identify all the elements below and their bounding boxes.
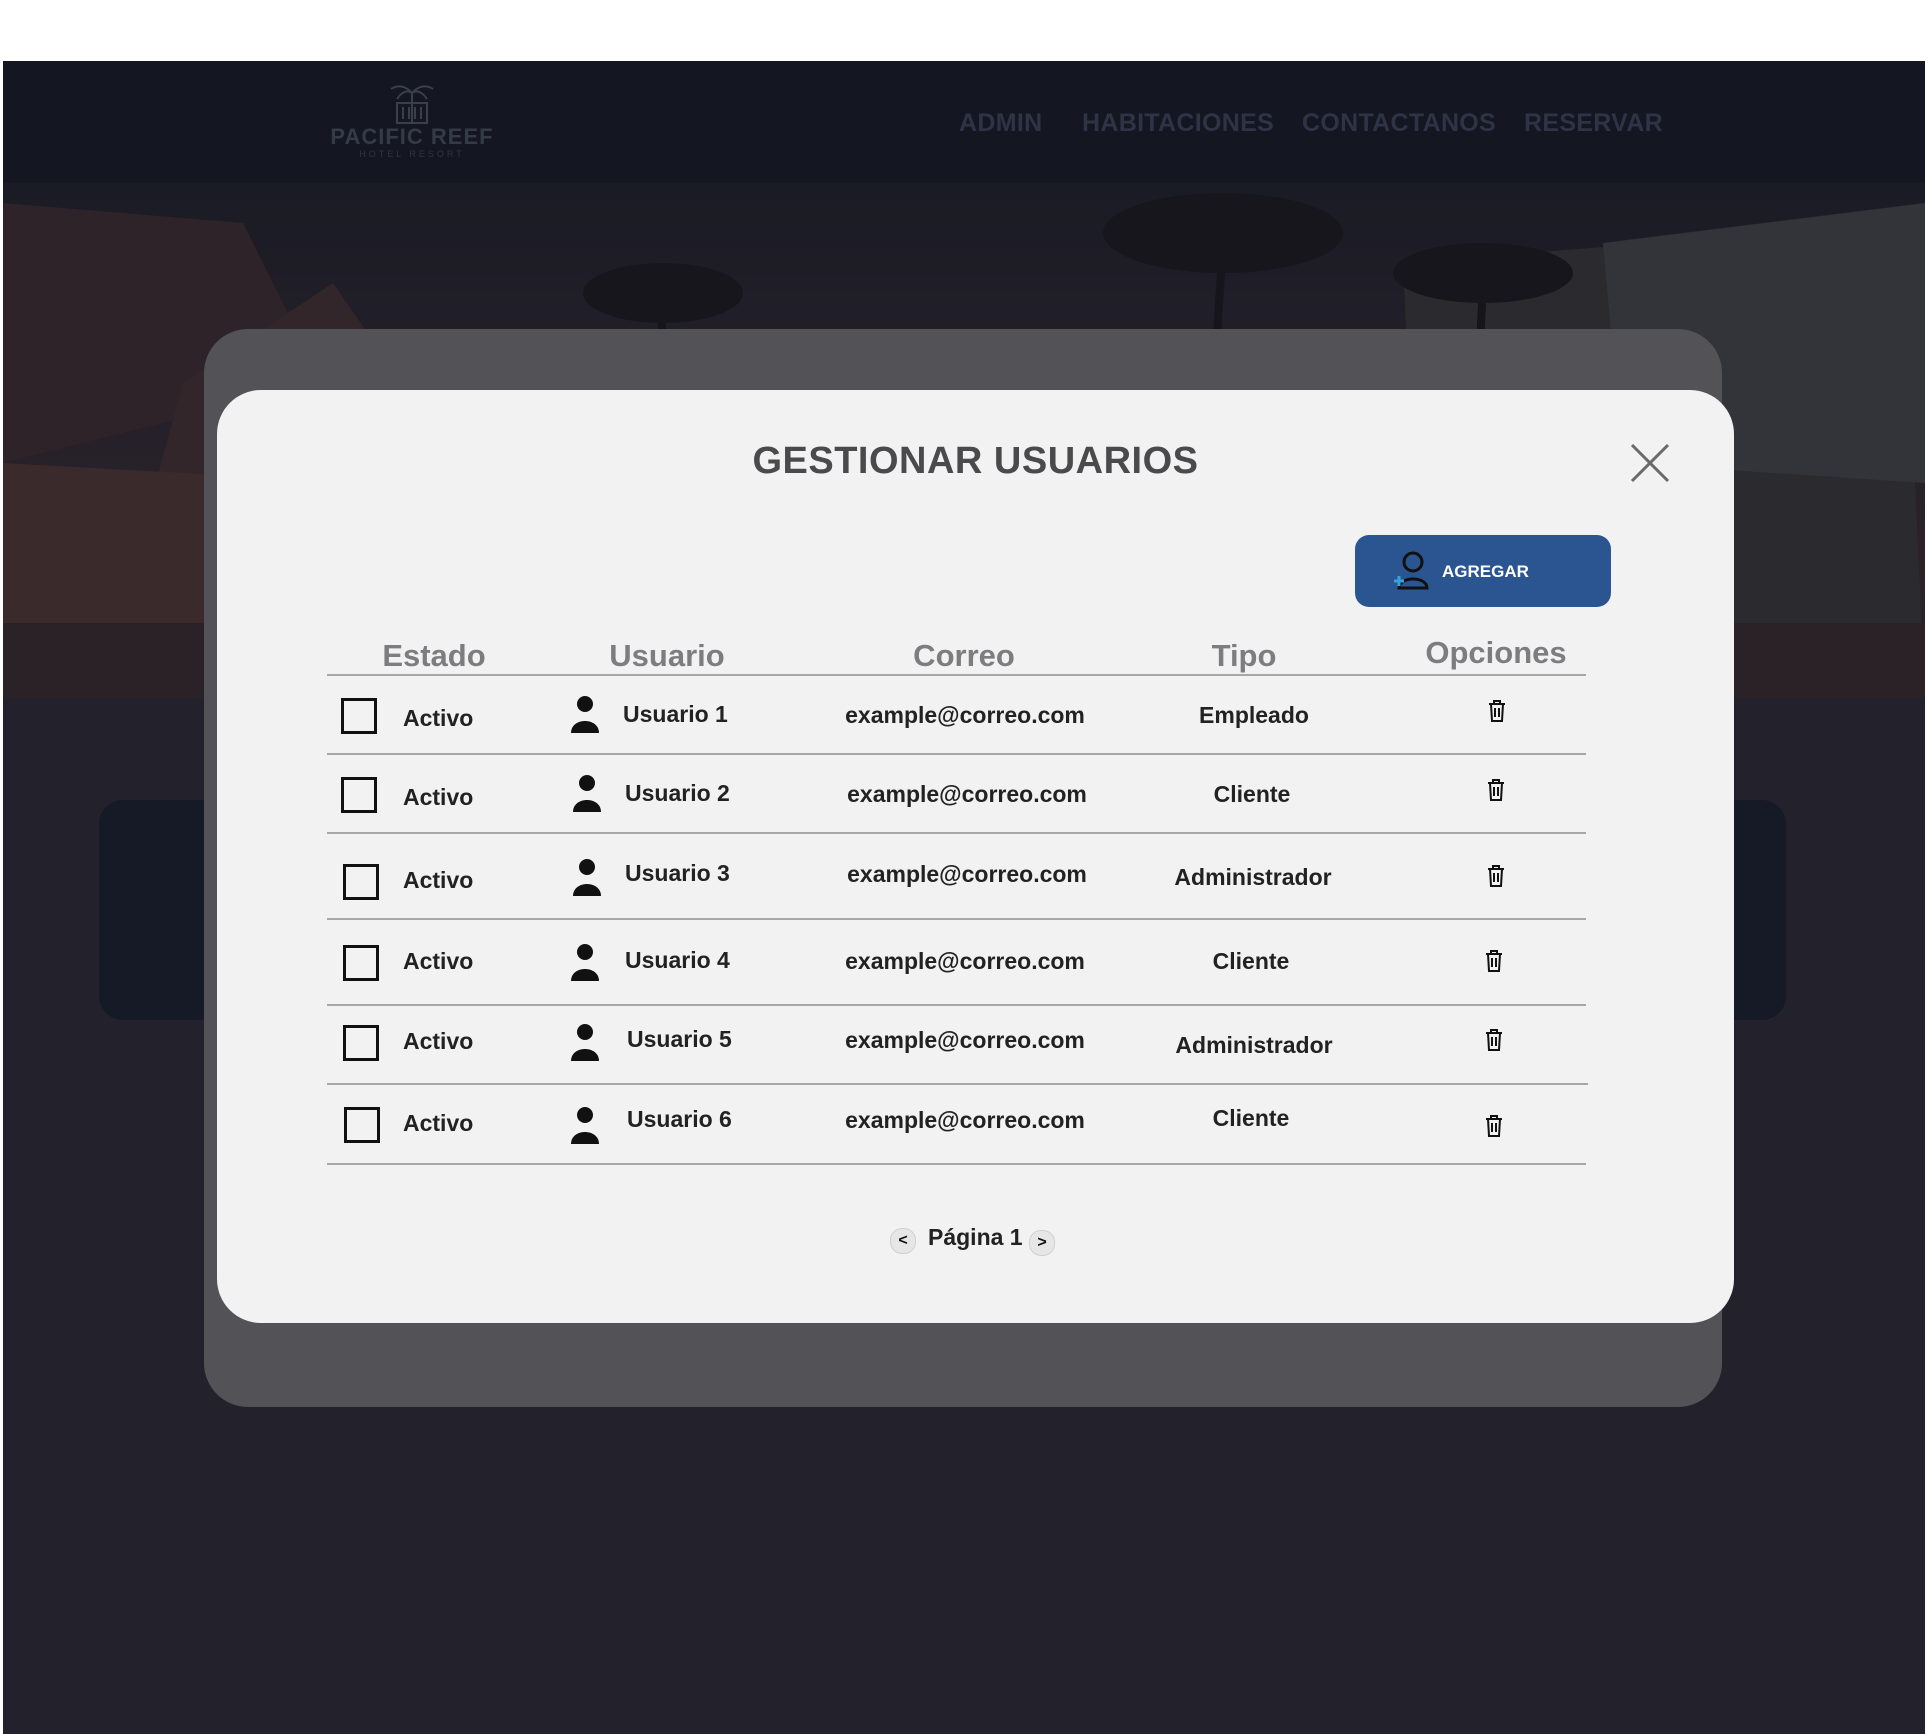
user-name: Usuario 5: [627, 1026, 732, 1052]
status-text: Activo: [403, 948, 474, 974]
user-name: Usuario 6: [627, 1106, 732, 1132]
row-divider: [327, 753, 1586, 755]
user-icon: [573, 775, 601, 812]
user-icon: [571, 944, 599, 981]
status-checkbox[interactable]: [344, 1107, 380, 1143]
header-opciones: Opciones: [1425, 635, 1567, 670]
status-checkbox[interactable]: [343, 1025, 379, 1061]
header-tipo: Tipo: [1211, 638, 1277, 673]
user-type: Administrador: [1174, 864, 1332, 890]
status-text: Activo: [403, 1110, 474, 1136]
header-estado: Estado: [382, 638, 486, 673]
user-type: Cliente: [1212, 948, 1290, 974]
user-type: Administrador: [1175, 1032, 1333, 1058]
brand-name: PACIFIC REEF: [330, 124, 494, 149]
nav-contactanos[interactable]: CONTACTANOS: [1302, 109, 1496, 138]
user-icon: [573, 859, 601, 896]
nav-admin[interactable]: ADMIN: [959, 109, 1042, 138]
user-type: Cliente: [1212, 1105, 1290, 1131]
brand-tagline: HOTEL RESORT: [359, 149, 465, 159]
nav-reservar[interactable]: RESERVAR: [1524, 109, 1663, 138]
user-email: example@correo.com: [847, 781, 1087, 807]
manage-users-modal: GESTIONAR USUARIOS AGREGAR Estado Usuari…: [217, 390, 1734, 1323]
row-divider: [327, 918, 1586, 920]
page-label: Página 1: [928, 1224, 1023, 1250]
status-checkbox[interactable]: [343, 945, 379, 981]
status-checkbox[interactable]: [343, 864, 379, 900]
status-text: Activo: [403, 784, 474, 810]
add-user-icon: [1394, 551, 1429, 590]
trash-icon[interactable]: [1487, 699, 1507, 723]
pagination: < Página 1 >: [217, 1224, 1734, 1260]
status-checkbox[interactable]: [341, 698, 377, 734]
row-divider: [327, 1163, 1586, 1165]
trash-icon[interactable]: [1486, 778, 1506, 802]
next-page-button[interactable]: >: [1029, 1230, 1055, 1256]
trash-icon[interactable]: [1484, 949, 1504, 973]
add-user-button[interactable]: AGREGAR: [1355, 535, 1611, 607]
user-email: example@correo.com: [847, 861, 1087, 887]
user-email: example@correo.com: [845, 948, 1085, 974]
status-text: Activo: [403, 705, 474, 731]
close-icon[interactable]: [1630, 443, 1670, 483]
trash-icon[interactable]: [1484, 1114, 1504, 1138]
trash-icon[interactable]: [1486, 864, 1506, 888]
user-email: example@correo.com: [845, 1027, 1085, 1053]
user-name: Usuario 2: [625, 780, 730, 806]
user-name: Usuario 4: [625, 947, 730, 973]
header-divider: [327, 674, 1586, 676]
user-email: example@correo.com: [845, 702, 1085, 728]
palm-logo-icon: [390, 85, 434, 124]
user-email: example@correo.com: [845, 1107, 1085, 1133]
row-divider: [327, 1004, 1586, 1006]
trash-icon[interactable]: [1484, 1028, 1504, 1052]
status-checkbox[interactable]: [341, 777, 377, 813]
user-icon: [571, 1024, 599, 1061]
nav-habitaciones[interactable]: HABITACIONES: [1082, 109, 1274, 138]
add-button-label: AGREGAR: [1442, 562, 1529, 581]
user-type: Cliente: [1213, 781, 1291, 807]
brand-logo[interactable]: PACIFIC REEF HOTEL RESORT: [329, 79, 495, 171]
header-usuario: Usuario: [609, 638, 725, 673]
status-text: Activo: [403, 867, 474, 893]
prev-page-button[interactable]: <: [890, 1228, 916, 1254]
header-correo: Correo: [913, 638, 1015, 673]
user-icon: [571, 1107, 599, 1144]
user-icon: [571, 696, 599, 733]
user-type: Empleado: [1199, 702, 1309, 728]
row-divider: [327, 1083, 1588, 1085]
row-divider: [327, 832, 1586, 834]
user-name: Usuario 1: [623, 701, 728, 727]
navbar: PACIFIC REEF HOTEL RESORT ADMIN HABITACI…: [3, 61, 1925, 183]
user-name: Usuario 3: [625, 860, 730, 886]
modal-title: GESTIONAR USUARIOS: [752, 440, 1199, 482]
status-text: Activo: [403, 1028, 474, 1054]
